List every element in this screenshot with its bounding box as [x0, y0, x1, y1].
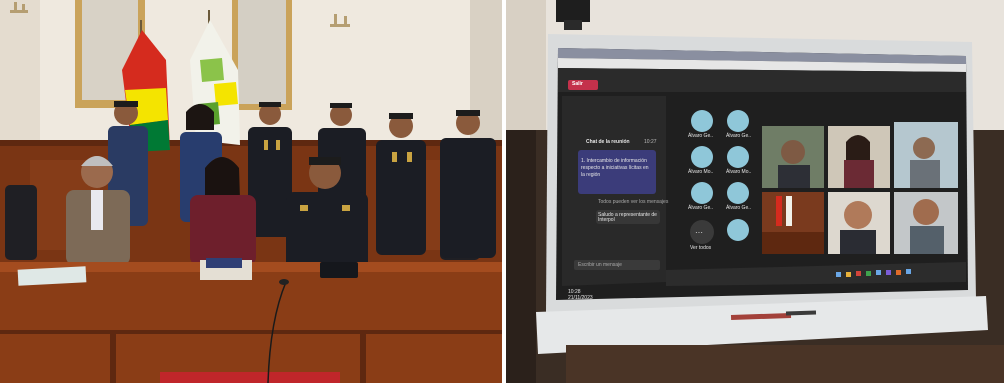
participant-name: Álvaro Ge.. — [688, 205, 714, 211]
camera-device — [556, 0, 590, 22]
participant-name: Álvaro Ge.. — [726, 133, 752, 139]
leave-button-label: Salir — [572, 81, 583, 87]
clock-date: 21/11/2023 — [568, 295, 593, 301]
chat-message: 1. Intercambio de información respecto a… — [581, 158, 649, 178]
chat-input-placeholder: Escribir un mensaje — [578, 262, 622, 268]
chat-time: 10:27 — [644, 139, 657, 145]
chair — [5, 185, 37, 260]
participant-name: Álvaro Ge.. — [688, 133, 714, 139]
participant-name: Álvaro Mo.. — [726, 169, 752, 175]
video-grid — [762, 122, 958, 254]
screen-photo: ··· Salir Chat de la reunión 10:27 1. In… — [506, 0, 1004, 383]
chat-reply: Saludo a representante de Interpol — [598, 212, 657, 223]
participant-name: Álvaro Ge.. — [726, 205, 752, 211]
participant-name: Álvaro Mo.. — [688, 169, 714, 175]
group-photo-scene — [0, 0, 502, 383]
svg-text:···: ··· — [695, 228, 703, 237]
screen-photo-scene: ··· — [506, 0, 1004, 383]
chat-title: Chat de la reunión — [586, 139, 630, 145]
group-photo — [0, 0, 502, 383]
more-participants-label: Ver todos — [690, 245, 712, 251]
chat-system-note: Todos pueden ver los mensajes — [598, 199, 669, 205]
tablet — [320, 262, 358, 278]
